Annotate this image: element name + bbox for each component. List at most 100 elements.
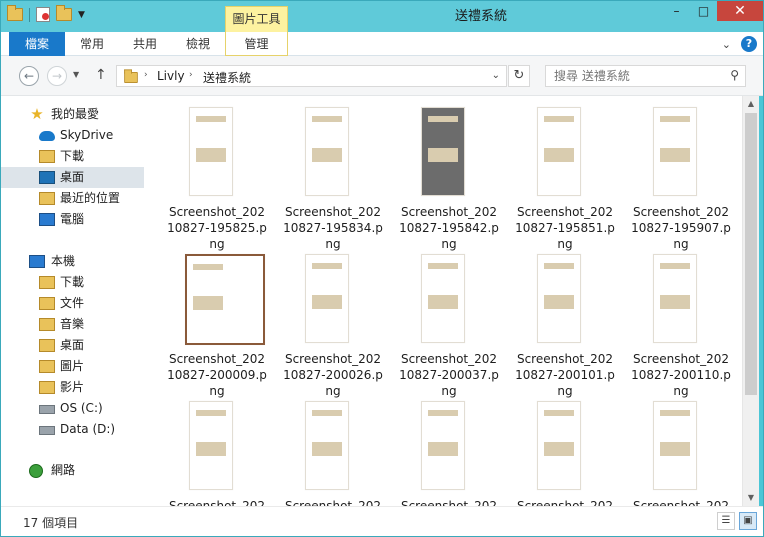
tab-share[interactable]: 共用 [119,32,171,56]
nav-videos[interactable]: 影片 [1,377,144,398]
image-thumbnail [421,401,465,490]
downloads-icon [39,150,55,163]
file-item[interactable]: Screenshot_202 10827-200110.p ng [625,247,737,398]
documents-icon [39,297,55,310]
back-button[interactable]: ← [19,66,39,86]
new-folder-icon[interactable] [56,5,72,21]
nav-label: 網路 [51,463,76,477]
close-button[interactable]: ✕ [717,1,763,21]
search-input[interactable] [554,68,724,84]
forward-button[interactable]: → [47,66,67,86]
scroll-up-icon[interactable]: ▲ [743,96,759,112]
ribbon-tabs: 檔案 常用 共用 檢視 管理 ⌄ ? [1,32,763,172]
file-item[interactable]: Screenshot_202 10827-200101.p ng [509,247,621,398]
music-icon [39,318,55,331]
image-thumbnail [653,254,697,343]
image-thumbnail [189,401,233,490]
tab-manage[interactable]: 管理 [225,32,288,56]
recent-locations-icon[interactable]: ▼ [73,70,79,79]
nav-music[interactable]: 音樂 [1,314,144,335]
file-name: Screenshot_202 10827-200110.p ng [631,352,731,398]
vertical-scrollbar[interactable]: ▲ ▼ [742,96,759,506]
image-thumbnail [305,401,349,490]
explorer-window: ▼ 圖片工具 送禮系統 – □ ✕ 檔案 常用 共用 檢視 管理 ⌄ ? ← →… [0,0,764,537]
scroll-down-icon[interactable]: ▼ [743,490,759,506]
desktop-folder-icon [39,339,55,352]
tab-view[interactable]: 檢視 [171,32,225,56]
file-item[interactable]: Screenshot_202 10827-200026.p ng [277,247,389,398]
nav-label: 音樂 [60,317,85,331]
nav-pc-downloads[interactable]: 下載 [1,272,144,293]
network-icon [29,464,43,478]
this-pc-icon [29,255,45,268]
address-row: ← → ▼ ↑ › Livly › 送禮系統 ⌄ ↻ ⚲ [1,56,763,96]
maximize-button[interactable]: □ [690,1,717,21]
details-view-icon[interactable]: ☰ [717,512,735,530]
nav-pictures[interactable]: 圖片 [1,356,144,377]
nav-label: 下載 [60,275,85,289]
videos-icon [39,381,55,394]
search-icon[interactable]: ⚲ [730,68,739,82]
nav-drive-d[interactable]: Data (D:) [1,419,144,440]
scroll-thumb[interactable] [745,113,757,395]
nav-desktop[interactable]: 桌面 [1,167,144,188]
cloud-icon [39,131,55,141]
address-bar[interactable]: › Livly › 送禮系統 ⌄ [116,65,507,87]
nav-label: 電腦 [60,212,85,226]
image-thumbnail [185,254,265,345]
tab-home[interactable]: 常用 [65,32,119,56]
file-item[interactable]: Screenshot_202 10827-195907.p ng [625,100,737,251]
image-thumbnail [653,401,697,490]
nav-downloads[interactable]: 下載 [1,146,144,167]
nav-pc-desktop[interactable]: 桌面 [1,335,144,356]
properties-icon[interactable] [36,7,50,22]
file-item[interactable]: Screenshot_202 10827-195842.p ng [393,100,505,251]
address-dropdown-icon[interactable]: ⌄ [492,70,500,81]
item-count: 17 個項目 [23,516,79,530]
file-name: Screenshot_202 10827-195851.p ng [515,205,615,251]
breadcrumb-livly[interactable]: Livly [157,69,185,83]
file-item[interactable]: Screenshot_202 10827-195825.p ng [161,100,273,251]
window-title: 送禮系統 [454,9,507,24]
drive-icon [39,405,55,414]
nav-computer[interactable]: 電腦 [1,209,144,230]
picture-tools-label: 圖片工具 [225,6,288,32]
downloads-icon [39,276,55,289]
customize-qat-icon[interactable]: ▼ [78,10,85,20]
nav-this-pc[interactable]: 本機 [1,251,144,272]
large-icons-view-icon[interactable]: ▣ [739,512,757,530]
breadcrumb-separator-icon[interactable]: › [189,70,193,80]
desktop-icon [39,171,55,184]
nav-favorites[interactable]: ★ 我的最愛 [1,104,144,125]
star-icon: ★ [30,105,44,123]
help-icon[interactable]: ? [741,36,757,52]
folder-icon[interactable] [7,5,23,21]
file-item[interactable]: Screenshot_202 10827-200009.p ng [161,247,273,398]
quick-access-toolbar: ▼ [7,5,85,22]
search-box[interactable]: ⚲ [545,65,746,87]
minimize-button[interactable]: – [663,1,690,21]
recent-places-icon [39,192,55,205]
folder-icon [124,69,138,84]
expand-ribbon-icon[interactable]: ⌄ [722,38,731,51]
up-button[interactable]: ↑ [95,67,107,83]
nav-label: 本機 [51,254,76,268]
nav-recent-places[interactable]: 最近的位置 [1,188,144,209]
nav-documents[interactable]: 文件 [1,293,144,314]
nav-label: 圖片 [60,359,85,373]
file-item[interactable]: Screenshot_202 10827-200037.p ng [393,247,505,398]
image-thumbnail [305,254,349,343]
nav-label: SkyDrive [60,128,114,142]
refresh-button[interactable]: ↻ [508,65,530,87]
nav-network[interactable]: 網路 [1,460,144,481]
breadcrumb-separator-icon[interactable]: › [144,70,148,80]
image-thumbnail [653,107,697,196]
nav-label: 桌面 [60,170,85,184]
file-name: Screenshot_202 10827-195825.p ng [167,205,267,251]
navigation-pane: ★ 我的最愛 SkyDrive 下載 桌面 最近的位置 電腦 本機 下載 文件 … [1,96,144,506]
nav-drive-c[interactable]: OS (C:) [1,398,144,419]
file-item[interactable]: Screenshot_202 10827-195851.p ng [509,100,621,251]
file-item[interactable]: Screenshot_202 10827-195834.p ng [277,100,389,251]
nav-skydrive[interactable]: SkyDrive [1,125,144,146]
breadcrumb-current[interactable]: 送禮系統 [203,69,251,86]
